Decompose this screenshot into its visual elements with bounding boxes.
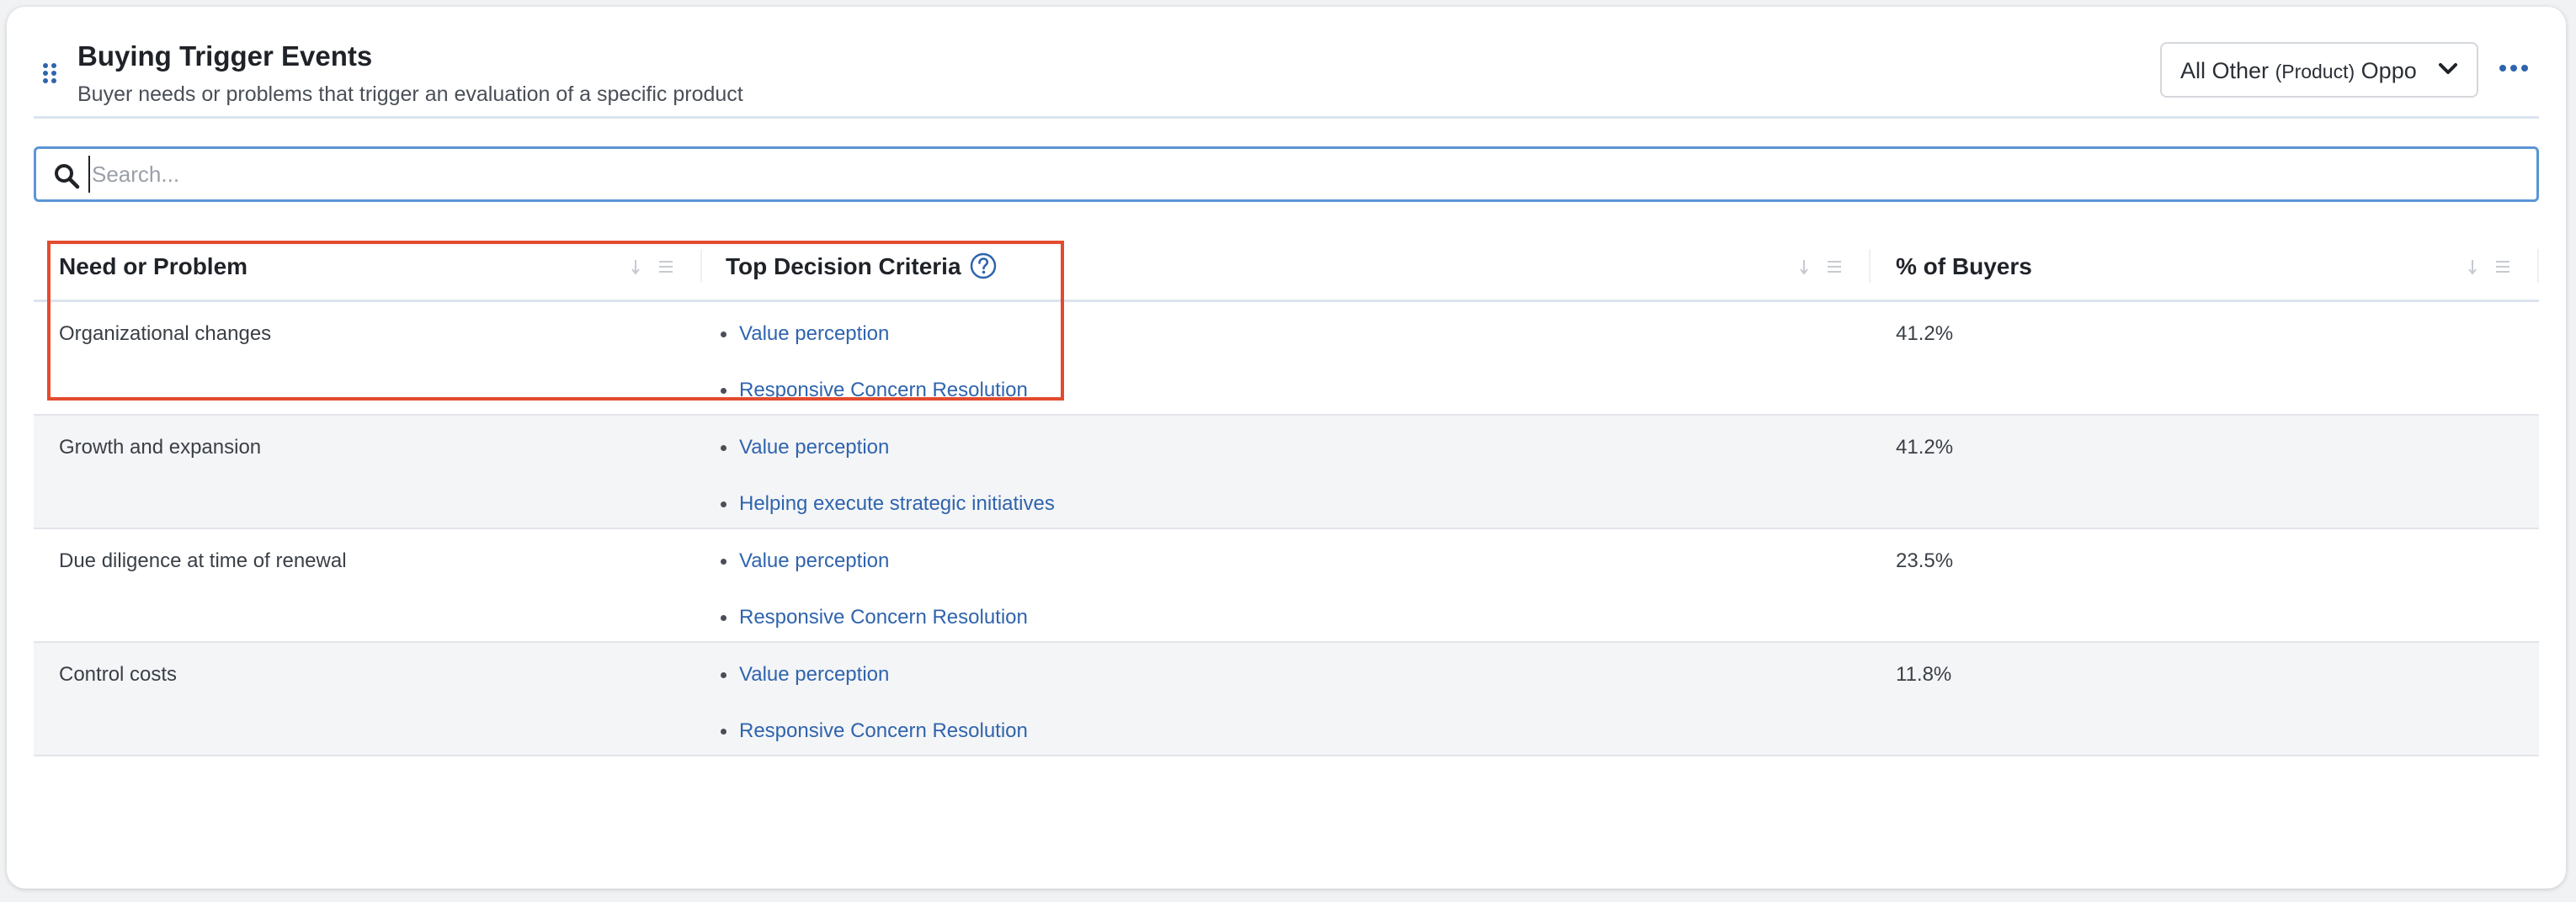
criteria-link[interactable]: Value perception: [720, 663, 889, 687]
column-menu-icon[interactable]: [1827, 257, 1842, 276]
column-divider[interactable]: [2537, 249, 2539, 283]
more-icon[interactable]: [2499, 62, 2529, 74]
search-icon: [55, 164, 80, 189]
column-header-pct[interactable]: % of Buyers: [1896, 234, 2032, 300]
table-row: Due diligence at time of renewal Value p…: [34, 529, 2539, 643]
filter-label-suffix: Opportunities: [2360, 58, 2418, 83]
pct-cell: 23.5%: [1896, 549, 1954, 572]
widget-subtitle: Buyer needs or problems that trigger an …: [77, 82, 743, 106]
widget-card: Buying Trigger Events Buyer needs or pro…: [7, 7, 2566, 889]
header-divider: [34, 116, 2539, 119]
criteria-link[interactable]: Value perception: [720, 549, 889, 573]
criteria-link[interactable]: Helping execute strategic initiatives: [721, 492, 1055, 516]
product-filter-dropdown[interactable]: All Other (Product) Opportunities: [2160, 42, 2478, 98]
search-bar: [34, 146, 2539, 202]
criteria-link[interactable]: Value perception: [720, 436, 889, 459]
table-row: Growth and expansion Value perception He…: [34, 416, 2539, 529]
filter-label-small: (Product): [2275, 61, 2355, 82]
search-input[interactable]: [88, 156, 2516, 193]
sort-icon[interactable]: [1796, 257, 1812, 276]
pct-cell: 41.2%: [1896, 436, 1954, 459]
column-divider[interactable]: [1869, 249, 1871, 283]
widget-title: Buying Trigger Events: [77, 40, 373, 72]
pct-cell: 41.2%: [1896, 322, 1954, 345]
drag-handle-icon[interactable]: [42, 62, 59, 84]
chevron-down-icon: [2439, 63, 2457, 74]
column-menu-icon[interactable]: [2495, 257, 2510, 276]
need-cell: Growth and expansion: [59, 436, 262, 459]
criteria-link[interactable]: Responsive Concern Resolution: [721, 719, 1028, 743]
table-row: Control costs Value perception Responsiv…: [34, 643, 2539, 756]
product-filter-value: All Other (Product) Opportunities: [2180, 58, 2418, 84]
filter-label-prefix: All Other: [2180, 58, 2270, 83]
sort-icon[interactable]: [2465, 257, 2480, 276]
need-cell: Control costs: [59, 663, 178, 686]
pct-cell: 11.8%: [1896, 663, 1952, 686]
need-cell: Due diligence at time of renewal: [59, 549, 347, 572]
criteria-link[interactable]: Responsive Concern Resolution: [721, 606, 1028, 629]
highlight-box: [47, 241, 1064, 401]
